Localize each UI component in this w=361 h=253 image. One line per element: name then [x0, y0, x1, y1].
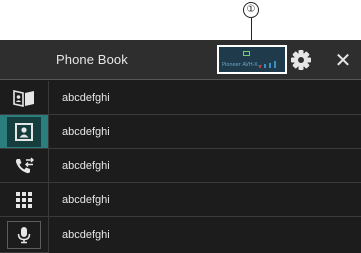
- dial-pad-icon: [16, 191, 32, 208]
- close-button[interactable]: ✕: [330, 46, 356, 74]
- active-highlight: [7, 116, 41, 147]
- gear-icon: [291, 50, 311, 70]
- sidebar: [0, 81, 48, 253]
- contacts-book-icon: [13, 89, 34, 107]
- callout-number: ①: [243, 2, 259, 18]
- close-icon: ✕: [334, 48, 352, 72]
- contact-list: abcdefghi abcdefghi abcdefghi abcdefghi …: [48, 81, 361, 253]
- settings-button[interactable]: [288, 47, 314, 73]
- list-item[interactable]: abcdefghi: [48, 149, 361, 183]
- phone-book-screen: Phone Book Pioneer AVH-X... ✕ abcdefghi …: [0, 40, 361, 253]
- battery-icon: [243, 51, 250, 56]
- sidebar-item-call-history[interactable]: [0, 149, 48, 183]
- sidebar-item-voice[interactable]: [0, 217, 48, 253]
- device-name-text: Pioneer AVH-X...: [222, 62, 263, 68]
- list-item[interactable]: abcdefghi: [48, 81, 361, 115]
- page-title: Phone Book: [56, 52, 128, 67]
- phone-book-icon: [15, 122, 33, 141]
- device-status-indicator: Pioneer AVH-X...: [217, 45, 287, 74]
- microphone-icon: [17, 226, 31, 243]
- sidebar-item-phone-book[interactable]: [0, 115, 48, 149]
- list-item[interactable]: abcdefghi: [48, 183, 361, 217]
- sidebar-item-dial-pad[interactable]: [0, 183, 48, 217]
- list-item[interactable]: abcdefghi: [48, 115, 361, 149]
- header-bar: Phone Book Pioneer AVH-X... ✕: [0, 40, 361, 80]
- list-item[interactable]: abcdefghi: [48, 217, 361, 253]
- voice-button-frame: [7, 220, 41, 249]
- call-history-icon: [15, 157, 34, 173]
- signal-strength-icon: [259, 50, 283, 68]
- sidebar-item-contacts[interactable]: [0, 81, 48, 115]
